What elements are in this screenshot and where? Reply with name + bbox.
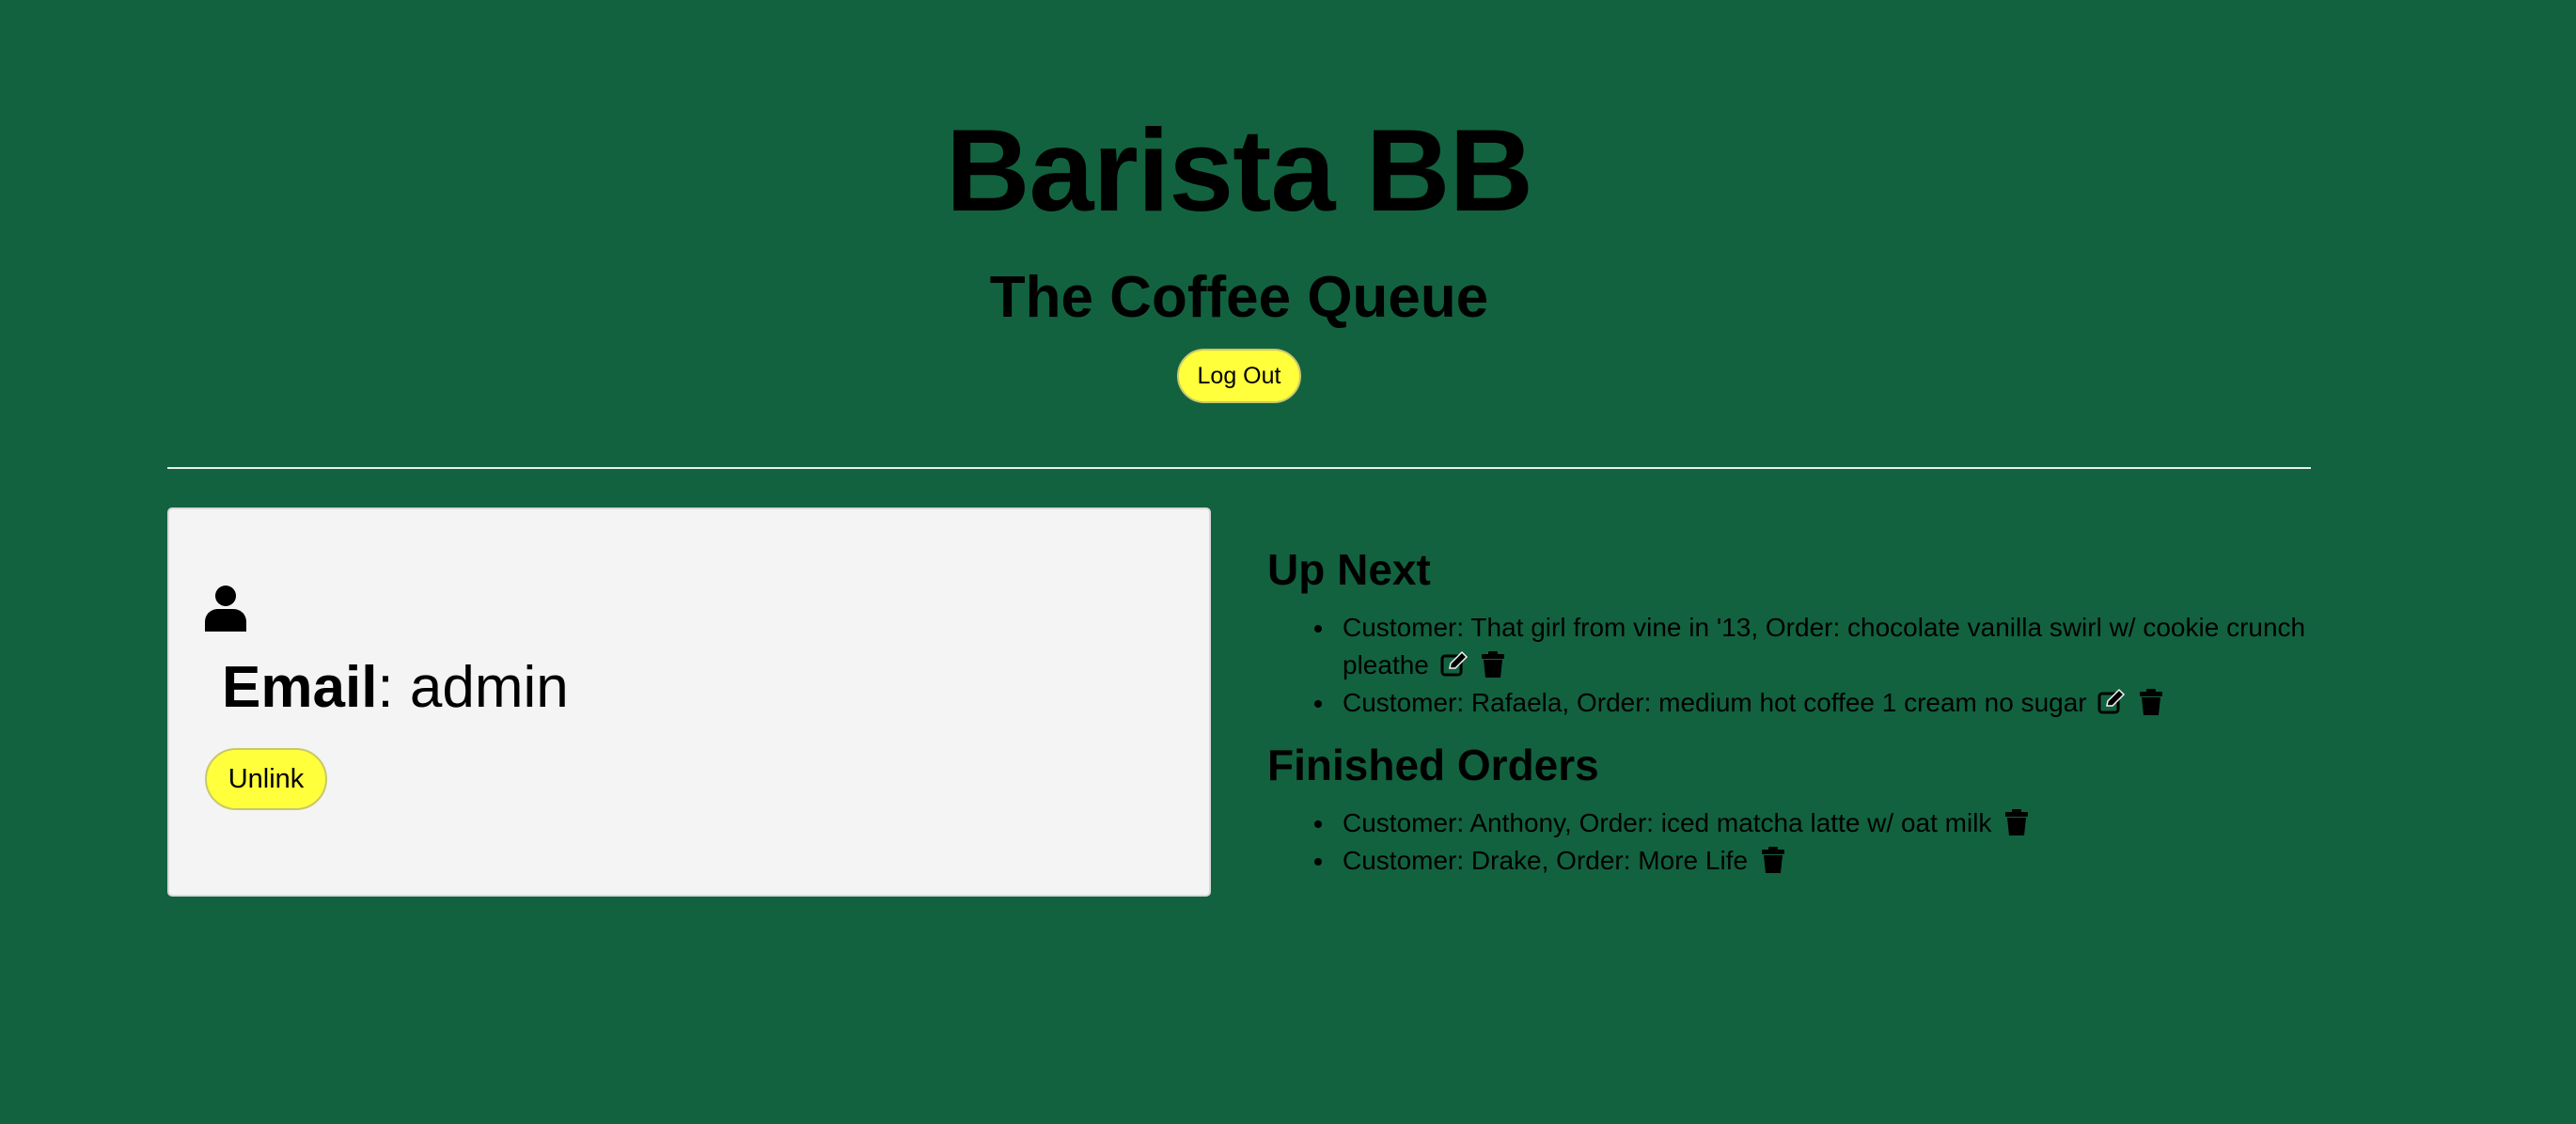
- list-item: Customer: That girl from vine in '13, Or…: [1314, 609, 2311, 684]
- page: Barista BB The Coffee Queue Log Out Emai…: [0, 0, 2576, 1124]
- finished-orders-heading: Finished Orders: [1267, 741, 1599, 789]
- trash-icon[interactable]: [2137, 688, 2165, 716]
- trash-icon[interactable]: [1759, 846, 1787, 874]
- user-icon: [205, 585, 246, 632]
- trash-icon[interactable]: [1479, 650, 1507, 679]
- logout-button[interactable]: Log Out: [1177, 349, 1301, 403]
- order-text: Customer: Drake, Order: More Life: [1343, 846, 1749, 875]
- unlink-button[interactable]: Unlink: [205, 748, 327, 810]
- order-text: Customer: Anthony, Order: iced matcha la…: [1343, 808, 1992, 837]
- up-next-list: Customer: That girl from vine in '13, Or…: [1267, 609, 2311, 722]
- divider: [167, 467, 2311, 469]
- finished-orders-list: Customer: Anthony, Order: iced matcha la…: [1267, 804, 2311, 880]
- edit-icon[interactable]: [1440, 650, 1469, 679]
- site-subtitle: The Coffee Queue: [989, 265, 1489, 330]
- trash-icon[interactable]: [2003, 808, 2031, 836]
- email-line: Email: admin: [222, 652, 569, 724]
- edit-icon[interactable]: [2097, 688, 2126, 716]
- orders-panel: Up Next Customer: That girl from vine in…: [1267, 536, 2311, 880]
- up-next-heading: Up Next: [1267, 545, 1431, 594]
- profile-card: Email: admin Unlink: [167, 507, 1211, 897]
- email-label: Email: [222, 655, 378, 720]
- list-item: Customer: Rafaela, Order: medium hot cof…: [1314, 684, 2311, 722]
- list-item: Customer: Anthony, Order: iced matcha la…: [1314, 804, 2311, 842]
- site-title: Barista BB: [946, 106, 1533, 236]
- order-text: Customer: Rafaela, Order: medium hot cof…: [1343, 688, 2087, 717]
- list-item: Customer: Drake, Order: More Life: [1314, 842, 2311, 880]
- email-separator: :: [377, 655, 410, 720]
- email-value: admin: [409, 655, 569, 720]
